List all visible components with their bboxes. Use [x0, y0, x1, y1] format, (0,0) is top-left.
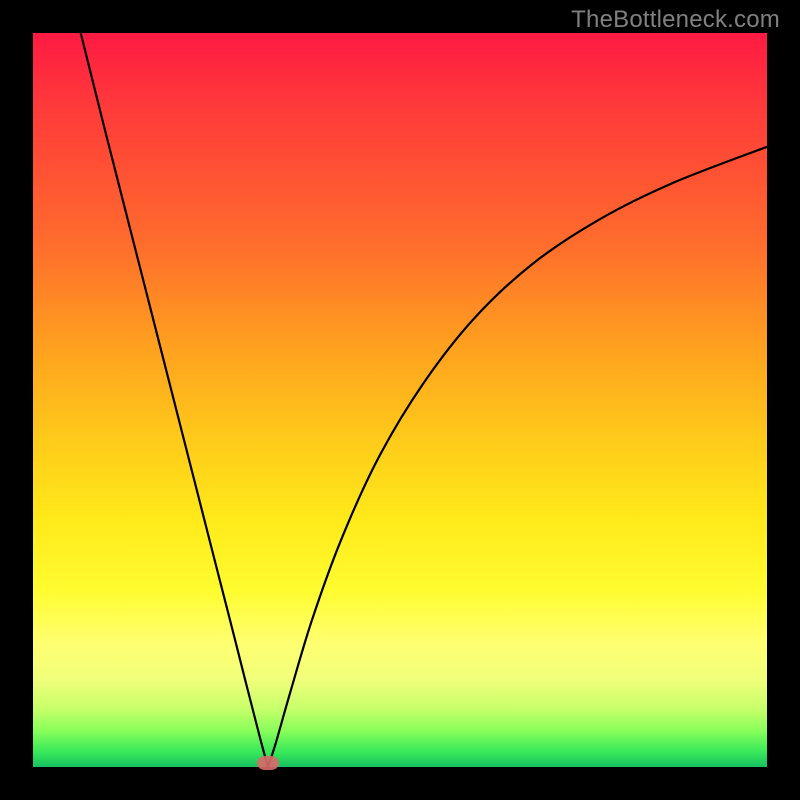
plot-area — [33, 33, 767, 767]
optimal-point-marker — [257, 756, 279, 770]
chart-frame: TheBottleneck.com — [0, 0, 800, 800]
watermark-text: TheBottleneck.com — [571, 6, 780, 34]
bottleneck-curve — [33, 33, 767, 767]
